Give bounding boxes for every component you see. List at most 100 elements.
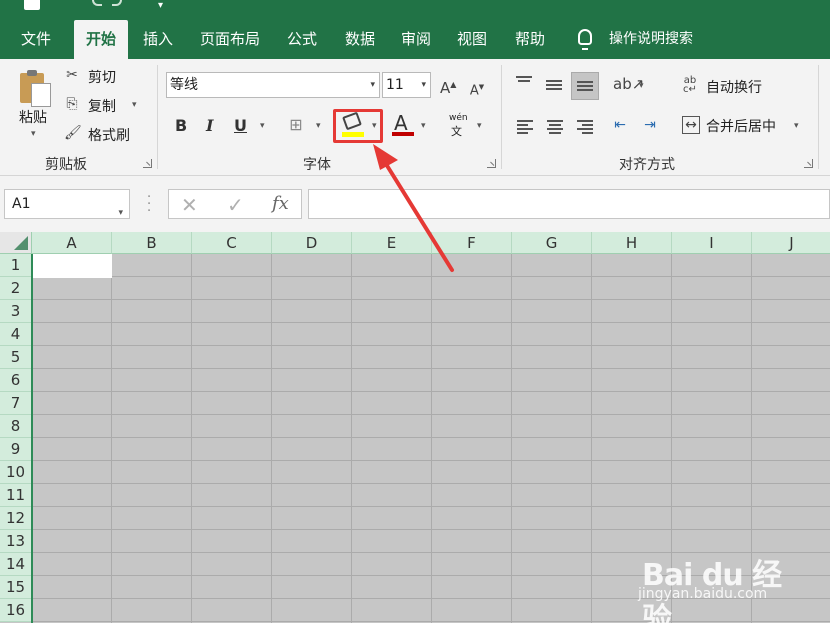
column-header[interactable]: E xyxy=(352,232,432,254)
merge-center-button[interactable]: 合并后居中 xyxy=(706,116,776,136)
font-name-combo[interactable]: 等线 ▾ xyxy=(166,72,380,98)
align-right-icon[interactable] xyxy=(577,120,593,134)
cancel-icon[interactable]: ✕ xyxy=(181,193,198,217)
increase-indent-icon[interactable]: ⇥ xyxy=(642,117,658,133)
row-header[interactable]: 5 xyxy=(0,346,32,369)
wrap-text-button[interactable]: 自动换行 xyxy=(706,77,762,97)
gridline xyxy=(191,254,192,623)
select-all-button[interactable] xyxy=(0,232,32,254)
font-group-label: 字体 xyxy=(303,157,331,173)
name-box[interactable]: A1 ▾ xyxy=(4,189,130,219)
row-header[interactable]: 12 xyxy=(0,507,32,530)
row-header[interactable]: 6 xyxy=(0,369,32,392)
gridline xyxy=(591,254,592,623)
gridline xyxy=(32,483,830,484)
chevron-down-icon: ▾ xyxy=(421,80,426,90)
tab-view[interactable]: 视图 xyxy=(448,20,496,59)
enter-icon[interactable]: ✓ xyxy=(227,193,244,217)
title-bar: ▾ xyxy=(0,0,830,20)
align-center-icon[interactable] xyxy=(547,120,563,134)
chevron-down-icon[interactable]: ▾ xyxy=(158,0,163,12)
tab-home[interactable]: 开始 xyxy=(74,20,128,59)
dialog-launcher-icon[interactable] xyxy=(143,159,152,168)
copy-button[interactable]: 复制 xyxy=(88,96,116,116)
column-header[interactable]: H xyxy=(592,232,672,254)
gridline xyxy=(32,322,830,323)
paste-icon xyxy=(17,69,53,107)
chevron-down-icon[interactable]: ▾ xyxy=(639,81,644,91)
row-header[interactable]: 16 xyxy=(0,599,32,622)
row-header[interactable]: 8 xyxy=(0,415,32,438)
column-header[interactable]: B xyxy=(112,232,192,254)
row-header-border xyxy=(31,254,33,623)
underline-button[interactable]: U xyxy=(234,116,247,135)
dialog-launcher-icon[interactable] xyxy=(487,159,496,168)
chevron-down-icon: ▾ xyxy=(370,80,375,90)
increase-font-icon[interactable]: A▲ xyxy=(440,77,456,96)
tab-help[interactable]: 帮助 xyxy=(506,20,554,59)
row-header[interactable]: 14 xyxy=(0,553,32,576)
chevron-down-icon[interactable]: ▾ xyxy=(316,121,321,131)
save-icon[interactable] xyxy=(24,0,40,10)
align-top-icon[interactable] xyxy=(516,76,532,90)
tab-data[interactable]: 数据 xyxy=(336,20,384,59)
chevron-down-icon[interactable]: ▾ xyxy=(477,121,482,131)
splitter-dots-icon[interactable]: · · · xyxy=(147,191,151,218)
font-size-combo[interactable]: 11 ▾ xyxy=(382,72,431,98)
tab-formulas[interactable]: 公式 xyxy=(278,20,326,59)
tell-me-search[interactable]: 操作说明搜索 xyxy=(609,20,693,58)
gridline xyxy=(431,254,432,623)
tab-review[interactable]: 审阅 xyxy=(392,20,440,59)
chevron-down-icon[interactable]: ▾ xyxy=(421,121,426,131)
insert-function-icon[interactable]: fx xyxy=(272,193,289,214)
row-header[interactable]: 2 xyxy=(0,277,32,300)
column-header[interactable]: F xyxy=(432,232,512,254)
row-header[interactable]: 3 xyxy=(0,300,32,323)
phonetic-guide-icon[interactable]: wén xyxy=(449,113,468,123)
italic-button[interactable]: I xyxy=(206,116,213,135)
row-header[interactable]: 15 xyxy=(0,576,32,599)
active-cell-a1[interactable] xyxy=(32,254,112,278)
column-header[interactable]: C xyxy=(192,232,272,254)
dialog-launcher-icon[interactable] xyxy=(804,159,813,168)
chevron-down-icon[interactable]: ▾ xyxy=(132,100,137,110)
row-header[interactable]: 7 xyxy=(0,392,32,415)
align-middle-icon[interactable] xyxy=(546,80,562,94)
tab-page-layout[interactable]: 页面布局 xyxy=(192,20,268,59)
lightbulb-icon[interactable] xyxy=(578,29,592,50)
cut-button[interactable]: 剪切 xyxy=(88,67,116,87)
chevron-down-icon[interactable]: ▾ xyxy=(260,121,265,131)
row-header[interactable]: 11 xyxy=(0,484,32,507)
format-painter-button[interactable]: 格式刷 xyxy=(88,125,130,145)
ribbon-home: 粘贴 ▾ ✂ 剪切 ⎘ 复制 ▾ 🖌 格式刷 剪贴板 等线 ▾ 11 ▾ A▲ … xyxy=(0,59,830,176)
row-header[interactable]: 9 xyxy=(0,438,32,461)
column-header[interactable]: A xyxy=(32,232,112,254)
align-left-icon[interactable] xyxy=(517,120,533,134)
undo-icon[interactable] xyxy=(92,0,102,6)
gridline xyxy=(111,254,112,623)
tab-insert[interactable]: 插入 xyxy=(134,20,182,59)
gridline xyxy=(32,345,830,346)
group-divider xyxy=(501,65,502,169)
orientation-icon[interactable]: ab↗ xyxy=(613,76,644,92)
borders-icon[interactable]: ⊞ xyxy=(288,117,304,133)
column-header[interactable]: J xyxy=(752,232,830,254)
row-header[interactable]: 4 xyxy=(0,323,32,346)
gridline xyxy=(32,437,830,438)
tab-file[interactable]: 文件 xyxy=(10,20,62,59)
bold-button[interactable]: B xyxy=(175,116,187,135)
row-header[interactable]: 1 xyxy=(0,254,32,277)
column-header[interactable]: G xyxy=(512,232,592,254)
decrease-font-icon[interactable]: A▼ xyxy=(469,79,485,98)
formula-bar: A1 ▾ · · · ✕ ✓ fx xyxy=(0,176,830,232)
merge-center-icon: ↔ xyxy=(682,116,700,134)
formula-input[interactable] xyxy=(308,189,830,219)
redo-icon[interactable] xyxy=(112,0,122,6)
column-header[interactable]: D xyxy=(272,232,352,254)
chevron-down-icon: ▾ xyxy=(118,208,123,218)
row-header[interactable]: 13 xyxy=(0,530,32,553)
row-header[interactable]: 10 xyxy=(0,461,32,484)
decrease-indent-icon[interactable]: ⇤ xyxy=(612,117,628,133)
column-header[interactable]: I xyxy=(672,232,752,254)
chevron-down-icon[interactable]: ▾ xyxy=(794,121,799,131)
